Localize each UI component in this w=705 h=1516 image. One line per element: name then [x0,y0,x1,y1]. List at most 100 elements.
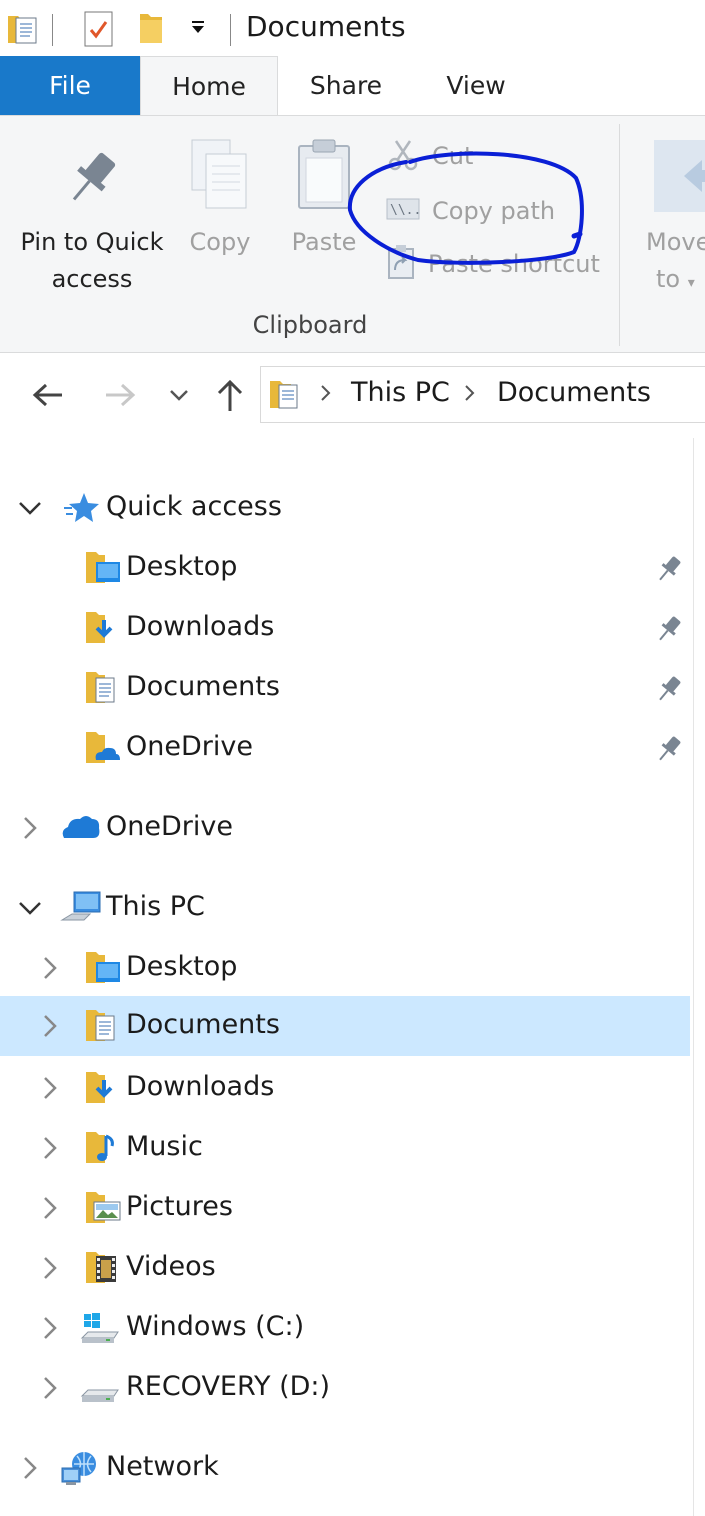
desktop-folder-icon [84,550,124,586]
chevron-down-icon[interactable] [16,494,44,522]
chevron-down-icon [170,390,188,401]
back-button[interactable] [28,375,68,415]
address-bar[interactable]: This PC Documents [260,366,705,423]
tree-item-quick-downloads[interactable]: Downloads [0,598,690,658]
star-icon [62,490,102,526]
tree-label: Music [126,1131,203,1162]
tab-home[interactable]: Home [140,56,278,117]
tree-item-quick-documents[interactable]: Documents [0,658,690,718]
move-to-icon [654,140,705,216]
tree-label: Downloads [126,1071,275,1102]
pictures-folder-icon [84,1190,124,1226]
tab-file[interactable]: File [0,56,140,116]
copy-button[interactable]: Copy [180,136,260,276]
tree-item-this-pc[interactable]: This PC [0,878,690,938]
network-icon [60,1450,100,1486]
tab-view[interactable]: View [414,56,538,116]
dropdown-arrow-icon: ▾ [687,275,695,291]
tree-item-network[interactable]: Network [0,1438,690,1498]
tree-label: Documents [126,671,280,702]
tree-item-pc-recovery-d[interactable]: RECOVERY (D:) [0,1358,690,1418]
title-separator [52,14,53,46]
chevron-right-icon[interactable] [36,1012,64,1040]
chevron-right-icon[interactable] [36,1074,64,1102]
ribbon-tabs: File Home Share View [0,56,705,117]
onedrive-folder-icon [84,730,124,766]
move-to-label-line2: to ▾ [656,265,695,293]
pin-label-line1: Pin to Quick [20,228,164,256]
forward-arrow-icon [106,383,136,407]
breadcrumb-documents[interactable]: Documents [497,377,651,408]
new-folder-icon[interactable] [138,10,164,50]
documents-folder-icon [84,670,124,706]
clipboard-group-label: Clipboard [252,311,368,339]
up-button[interactable] [210,375,250,415]
pin-to-quick-access-button[interactable]: Pin to Quick access [14,136,170,306]
annotation-circle [347,151,584,265]
tree-item-pc-downloads[interactable]: Downloads [0,1058,690,1118]
breadcrumb-chevron-icon[interactable] [317,381,335,409]
navigation-bar: This PC Documents [0,353,705,438]
pin-icon [62,148,122,212]
chevron-right-icon[interactable] [36,1254,64,1282]
title-separator [230,14,231,46]
breadcrumb-this-pc[interactable]: This PC [351,377,450,408]
tree-item-pc-documents[interactable]: Documents [0,996,690,1056]
chevron-right-icon[interactable] [36,954,64,982]
tree-item-pc-desktop[interactable]: Desktop [0,938,690,998]
pin-icon[interactable] [654,554,684,584]
downloads-folder-icon [84,610,124,646]
tree-label: Network [106,1451,219,1482]
back-arrow-icon [32,383,62,407]
pin-label-line2: access [51,265,133,293]
tree-label: Windows (C:) [126,1311,305,1342]
tree-label: This PC [106,891,205,922]
documents-folder-icon [269,377,301,415]
tree-item-quick-onedrive[interactable]: OneDrive [0,718,690,778]
tree-label: OneDrive [106,811,233,842]
chevron-right-icon[interactable] [16,1454,44,1482]
tree-item-pc-pictures[interactable]: Pictures [0,1178,690,1238]
tree-item-pc-windows-c[interactable]: Windows (C:) [0,1298,690,1358]
chevron-right-icon[interactable] [36,1374,64,1402]
up-arrow-icon [217,379,243,411]
chevron-right-icon[interactable] [16,814,44,842]
pane-divider [693,438,694,1516]
recent-locations-button[interactable] [162,375,202,415]
breadcrumb-chevron-icon[interactable] [461,381,479,409]
tree-item-pc-videos[interactable]: Videos [0,1238,690,1298]
downloads-folder-icon [84,1070,124,1106]
onedrive-cloud-icon [60,810,100,846]
title-bar: Documents [0,0,705,56]
customize-toolbar-dropdown-icon[interactable] [188,18,208,42]
move-to-button[interactable]: Move to ▾ [640,136,705,296]
pin-icon[interactable] [654,674,684,704]
copy-label: Copy [189,228,251,256]
pin-icon[interactable] [654,734,684,764]
chevron-right-icon[interactable] [36,1194,64,1222]
tree-label: Desktop [126,951,238,982]
properties-icon[interactable] [84,10,114,52]
tree-label: Downloads [126,611,275,642]
tree-item-quick-desktop[interactable]: Desktop [0,538,690,598]
documents-folder-icon[interactable] [6,10,40,50]
tab-share[interactable]: Share [278,56,414,116]
forward-button[interactable] [100,375,140,415]
drive-icon [80,1370,120,1406]
desktop-folder-icon [84,950,124,986]
chevron-right-icon[interactable] [36,1134,64,1162]
ribbon-home-panel: Pin to Quick access Copy Paste Cut \\. C… [0,115,705,353]
ribbon-group-separator [619,124,620,346]
chevron-down-icon[interactable] [16,894,44,922]
chevron-right-icon[interactable] [36,1314,64,1342]
music-folder-icon [84,1130,124,1166]
tree-label: Desktop [126,551,238,582]
tree-label: Pictures [126,1191,233,1222]
documents-folder-icon [84,1008,124,1044]
tree-item-onedrive[interactable]: OneDrive [0,798,690,858]
move-to-label-line1: Move [646,228,705,256]
pin-icon[interactable] [654,614,684,644]
tree-item-pc-music[interactable]: Music [0,1118,690,1178]
tree-item-quick-access[interactable]: Quick access [0,478,690,538]
window-title: Documents [246,10,406,43]
